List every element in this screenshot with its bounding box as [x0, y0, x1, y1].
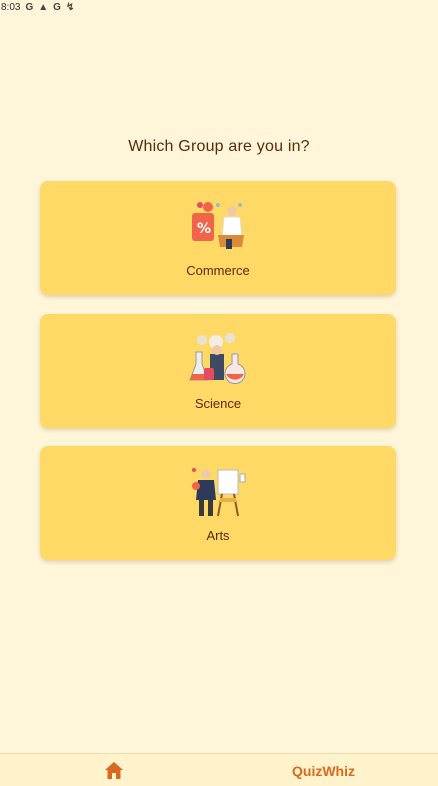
group-label-commerce: Commerce — [186, 263, 250, 278]
page-title: Which Group are you in? — [128, 138, 310, 155]
photos-icon: ▲ — [38, 1, 49, 13]
group-label-science: Science — [194, 396, 242, 411]
google-icon: G — [25, 1, 34, 13]
science-illustration — [189, 333, 246, 385]
arts-illustration — [192, 468, 246, 517]
google-icon: G — [53, 1, 61, 13]
group-label-arts: Arts — [206, 528, 230, 543]
svg-text:%: % — [197, 221, 211, 237]
commerce-illustration: % — [192, 202, 244, 249]
bottom-nav: QuizWhiz — [0, 753, 438, 786]
home-icon[interactable] — [104, 761, 124, 781]
app-brand[interactable]: QuizWhiz — [292, 763, 355, 779]
status-bar: 8:03 G ▲ G ↯ — [0, 0, 438, 14]
sync-icon: ↯ — [65, 1, 75, 13]
status-time: 8:03 — [1, 1, 21, 13]
group-card-arts[interactable]: Arts — [40, 446, 396, 560]
group-card-science[interactable]: Science — [40, 314, 396, 428]
group-card-commerce[interactable]: % Commerce — [40, 181, 396, 295]
